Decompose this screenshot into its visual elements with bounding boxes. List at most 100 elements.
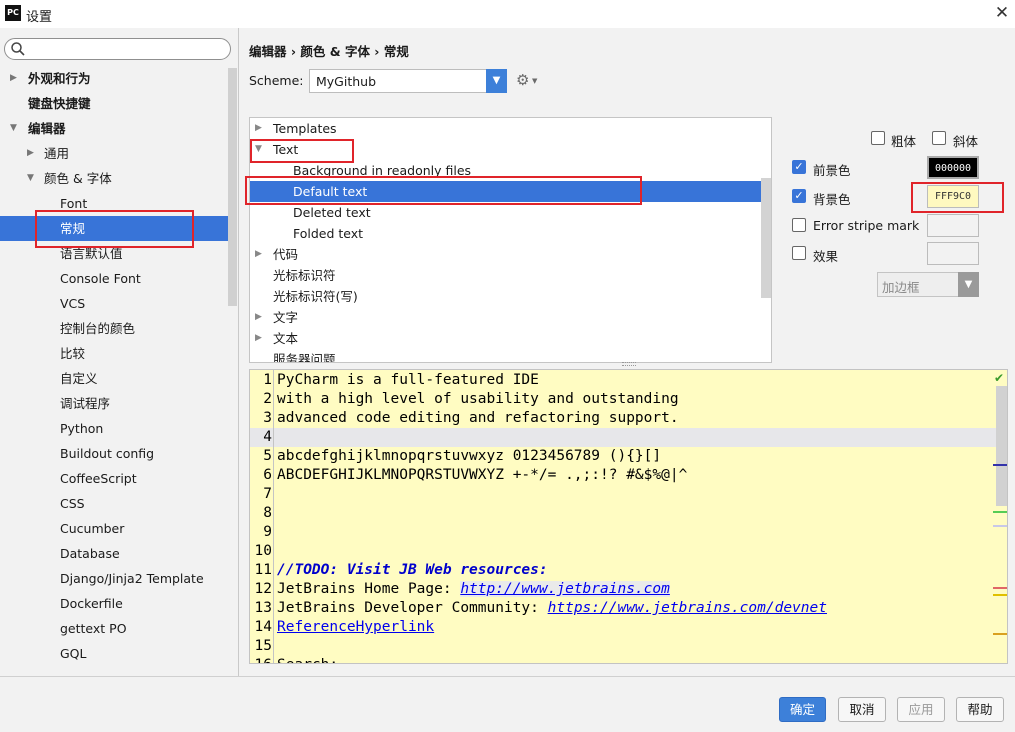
chevron-right-icon[interactable]: ▶	[255, 307, 262, 328]
tree-item-text[interactable]: ▼ Text	[250, 139, 771, 160]
scheme-value: MyGithub	[316, 74, 377, 89]
reference-hyperlink[interactable]: ReferenceHyperlink	[277, 619, 434, 635]
chevron-right-icon[interactable]: ▶	[10, 66, 17, 91]
sidebar-item-keymap[interactable]: 键盘快捷键	[0, 91, 228, 116]
chevron-right-icon[interactable]: ▶	[27, 141, 34, 166]
help-button[interactable]: 帮助	[956, 697, 1004, 722]
line-number: 15	[254, 638, 272, 654]
sidebar-item-django-jinja2[interactable]: Django/Jinja2 Template	[60, 566, 204, 591]
apply-button[interactable]: 应用	[897, 697, 945, 722]
stripe-mark	[993, 587, 1007, 589]
sidebar-item-console-font[interactable]: Console Font	[60, 266, 141, 291]
pycharm-app-icon: PC	[5, 5, 21, 21]
sidebar-item-editor[interactable]: ▼ 编辑器	[0, 116, 228, 141]
tree-item-text-body[interactable]: ▶ 文本	[250, 328, 771, 349]
foreground-checkbox[interactable]: ✓	[792, 160, 806, 174]
sidebar-item-console-colors[interactable]: 控制台的颜色	[60, 316, 135, 341]
sidebar-item-debugger[interactable]: 调试程序	[60, 391, 110, 416]
sidebar-item-language-defaults[interactable]: 语言默认值	[60, 241, 123, 266]
line-number: 13	[254, 600, 272, 616]
tree-item-label: Deleted text	[293, 205, 371, 220]
sidebar-item-gettext-po[interactable]: gettext PO	[60, 616, 127, 641]
tree-item-folded-text[interactable]: Folded text	[250, 223, 771, 244]
sidebar-item-cucumber[interactable]: Cucumber	[60, 516, 124, 541]
background-checkbox[interactable]: ✓	[792, 189, 806, 203]
chevron-down-icon[interactable]: ▼	[486, 69, 507, 93]
effect-type-select[interactable]: 加边框 ▼	[877, 272, 979, 297]
chevron-down-icon[interactable]: ▼	[958, 272, 979, 297]
sidebar-item-buildout-config[interactable]: Buildout config	[60, 441, 154, 466]
splitter-handle[interactable]	[622, 362, 636, 366]
breadcrumb: 编辑器 › 颜色 & 字体 › 常规	[249, 44, 409, 59]
inspection-ok-icon: ✔	[994, 371, 1005, 385]
scheme-select[interactable]: MyGithub ▼	[309, 69, 507, 93]
gear-icon[interactable]: ⚙	[516, 71, 529, 89]
sidebar-item-vcs[interactable]: VCS	[60, 291, 85, 316]
sidebar-item-coffeescript[interactable]: CoffeeScript	[60, 466, 137, 491]
chevron-down-icon[interactable]: ▼	[10, 116, 17, 141]
chevron-down-icon[interactable]: ▼	[255, 139, 262, 160]
tree-item-label: Folded text	[293, 226, 364, 241]
tree-item-code[interactable]: ▶ 代码	[250, 244, 771, 265]
hyperlink[interactable]: https://www.jetbrains.com/devnet	[548, 600, 827, 616]
sidebar-item-font[interactable]: Font	[60, 191, 87, 216]
search-input[interactable]	[4, 38, 231, 60]
tree-item-label: Templates	[273, 121, 337, 136]
line-number: 2	[263, 391, 272, 407]
tree-item-label: 光标标识符(写)	[273, 289, 358, 304]
foreground-color-swatch[interactable]: 000000	[927, 156, 979, 179]
caret-down-icon[interactable]: ▼	[532, 77, 537, 85]
chevron-right-icon[interactable]: ▶	[255, 118, 262, 139]
code-text: JetBrains Developer Community:	[277, 600, 548, 616]
effects-color-swatch[interactable]	[927, 242, 979, 265]
effects-checkbox[interactable]	[792, 246, 806, 260]
tree-scrollbar[interactable]	[761, 178, 771, 298]
tree-item-text-cn[interactable]: ▶ 文字	[250, 307, 771, 328]
tree-item-label: 光标标识符	[273, 268, 336, 283]
sidebar-scrollbar[interactable]	[228, 68, 237, 306]
sidebar-item-custom[interactable]: 自定义	[60, 366, 98, 391]
chevron-right-icon[interactable]: ▶	[255, 244, 262, 265]
hyperlink[interactable]: http://www.jetbrains.com	[460, 581, 670, 597]
line-number: 7	[263, 486, 272, 502]
sidebar-item-diff[interactable]: 比较	[60, 341, 85, 366]
line-number: 14	[254, 619, 272, 635]
sidebar-item-appearance[interactable]: ▶ 外观和行为	[0, 66, 228, 91]
code-line: JetBrains Home Page: http://www.jetbrain…	[277, 580, 670, 599]
tree-item-default-text[interactable]: Default text	[250, 181, 771, 202]
tree-item-server-problems[interactable]: 服务器问题	[250, 349, 771, 362]
tree-item-label: Text	[273, 142, 299, 157]
bold-checkbox[interactable]	[871, 131, 885, 145]
sidebar-item-general-selected[interactable]: 常规	[0, 216, 228, 241]
sidebar-item-label: 颜色 & 字体	[44, 171, 112, 186]
sidebar-item-dockerfile[interactable]: Dockerfile	[60, 591, 123, 616]
tree-item-deleted-text[interactable]: Deleted text	[250, 202, 771, 223]
italic-checkbox[interactable]	[932, 131, 946, 145]
scheme-label: Scheme:	[249, 73, 304, 88]
foreground-label: 前景色	[813, 163, 851, 178]
dialog-button-bar: 确定 取消 应用 帮助	[0, 676, 1015, 732]
line-number: 10	[254, 543, 272, 559]
sidebar-item-database[interactable]: Database	[60, 541, 120, 566]
error-stripe-color-swatch[interactable]	[927, 214, 979, 237]
sidebar-item-general[interactable]: ▶ 通用	[0, 141, 228, 166]
close-icon[interactable]: ✕	[990, 2, 1014, 24]
cancel-button[interactable]: 取消	[838, 697, 886, 722]
tree-item-templates[interactable]: ▶ Templates	[250, 118, 771, 139]
preview-editor[interactable]: 1 2 3 4 5 6 7 8 9 10 11 12 13 14 15 16 P…	[249, 369, 1008, 664]
error-stripe-checkbox[interactable]	[792, 218, 806, 232]
tree-item-background-readonly[interactable]: Background in readonly files	[250, 160, 771, 181]
chevron-right-icon[interactable]: ▶	[255, 328, 262, 349]
background-color-swatch[interactable]: FFF9C0	[927, 185, 979, 208]
tree-item-label: 文字	[273, 310, 299, 325]
ok-button[interactable]: 确定	[779, 697, 826, 722]
sidebar-item-colors-fonts[interactable]: ▼ 颜色 & 字体	[0, 166, 228, 191]
sidebar-item-python[interactable]: Python	[60, 416, 103, 441]
sidebar-item-gql[interactable]: GQL	[60, 641, 87, 666]
tree-item-identifier-under-caret[interactable]: 光标标识符	[250, 265, 771, 286]
preview-scrollbar[interactable]	[996, 386, 1007, 506]
tree-item-identifier-under-caret-write[interactable]: 光标标识符(写)	[250, 286, 771, 307]
chevron-down-icon[interactable]: ▼	[27, 166, 34, 191]
sidebar-item-css[interactable]: CSS	[60, 491, 85, 516]
line-number: 8	[263, 505, 272, 521]
